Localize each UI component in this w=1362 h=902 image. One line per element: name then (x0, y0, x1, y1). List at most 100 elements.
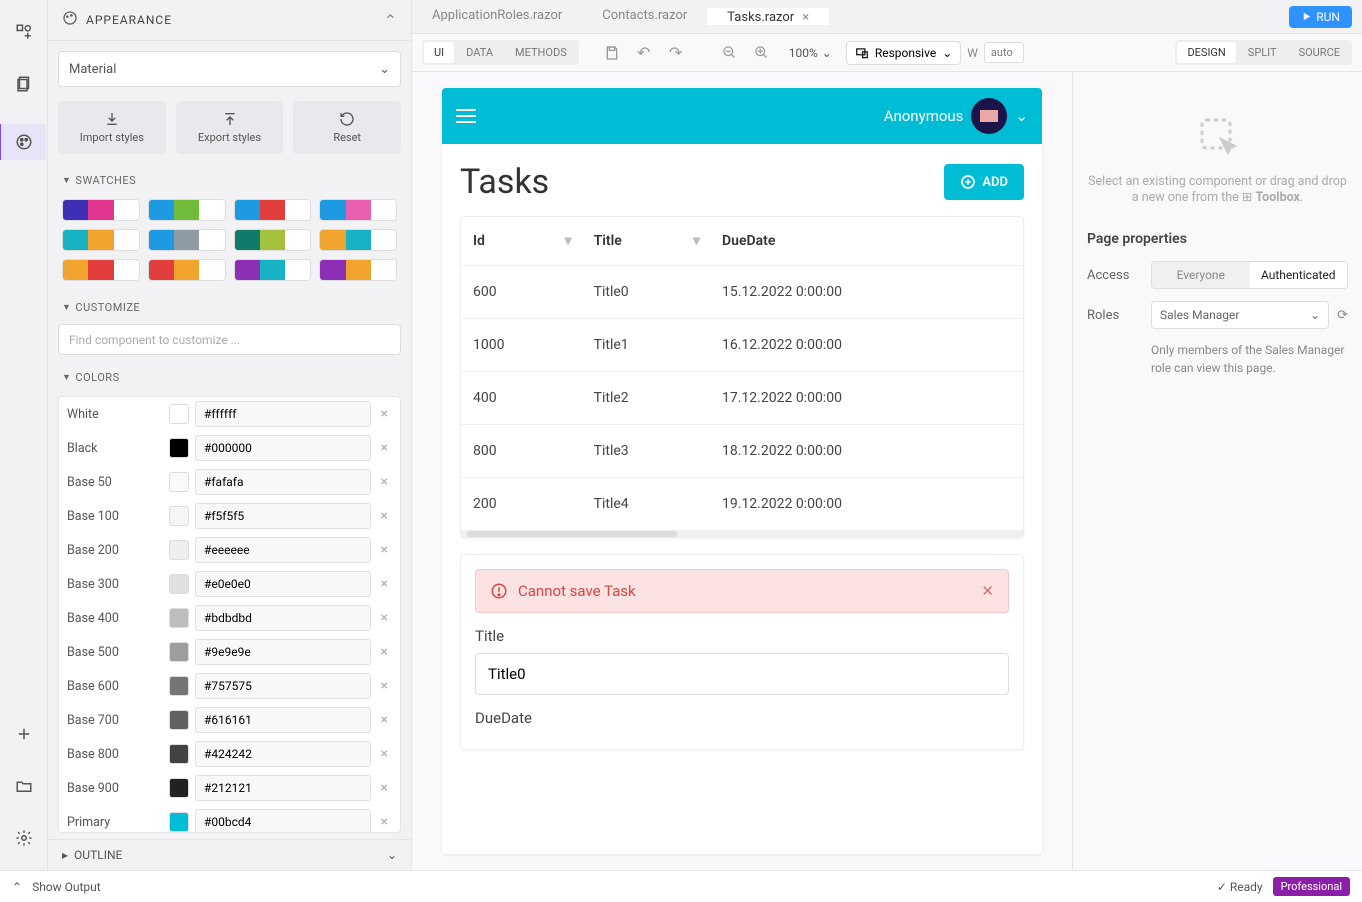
color-chip[interactable] (169, 574, 189, 594)
color-chip[interactable] (169, 608, 189, 628)
panel-header[interactable]: APPEARANCE ⌃ (48, 0, 411, 41)
view-mode-design[interactable]: DESIGN (1177, 42, 1235, 63)
responsive-select[interactable]: Responsive ⌄ (846, 41, 961, 65)
zoom-in-icon[interactable] (749, 40, 775, 66)
color-chip[interactable] (169, 812, 189, 832)
column-header[interactable]: DueDate (710, 217, 1023, 266)
save-icon[interactable] (599, 40, 625, 66)
filter-icon[interactable]: ▾ (565, 233, 572, 249)
view-mode-split[interactable]: SPLIT (1238, 42, 1287, 63)
clear-icon[interactable]: × (377, 576, 392, 592)
table-row[interactable]: 600Title015.12.2022 0:00:00 (461, 266, 1023, 319)
import-styles-button[interactable]: Import styles (58, 101, 166, 154)
run-button[interactable]: RUN (1289, 6, 1352, 28)
swatch[interactable] (148, 259, 226, 281)
clear-icon[interactable]: × (377, 712, 392, 728)
refresh-icon[interactable]: ⟳ (1337, 308, 1348, 323)
swatch[interactable] (319, 259, 397, 281)
clear-icon[interactable]: × (377, 542, 392, 558)
swatch[interactable] (62, 259, 140, 281)
title-input[interactable] (475, 653, 1009, 695)
clear-icon[interactable]: × (377, 474, 392, 490)
color-input[interactable] (195, 503, 371, 529)
design-canvas[interactable]: Anonymous ⌄ Tasks ADD (412, 72, 1072, 870)
file-tab[interactable]: Tasks.razor× (707, 8, 829, 25)
color-input[interactable] (195, 673, 371, 699)
user-menu[interactable]: Anonymous ⌄ (884, 98, 1028, 134)
swatch[interactable] (319, 229, 397, 251)
table-row[interactable]: 800Title318.12.2022 0:00:00 (461, 425, 1023, 478)
swatch[interactable] (148, 199, 226, 221)
color-input[interactable] (195, 401, 371, 427)
view-mode-source[interactable]: SOURCE (1289, 42, 1350, 63)
access-segment[interactable]: Everyone Authenticated (1151, 261, 1348, 289)
column-header[interactable]: Title▾ (582, 217, 710, 266)
add-button[interactable]: ADD (944, 164, 1024, 200)
outline-header[interactable]: ▸OUTLINE ⌄ (48, 839, 411, 870)
color-input[interactable] (195, 639, 371, 665)
swatch[interactable] (319, 199, 397, 221)
reset-button[interactable]: Reset (293, 101, 401, 154)
color-input[interactable] (195, 571, 371, 597)
export-styles-button[interactable]: Export styles (176, 101, 284, 154)
color-chip[interactable] (169, 744, 189, 764)
segment-data[interactable]: DATA (456, 42, 503, 63)
customize-search[interactable] (58, 324, 401, 355)
color-input[interactable] (195, 775, 371, 801)
color-chip[interactable] (169, 710, 189, 730)
undo-icon[interactable]: ↶ (631, 40, 657, 66)
color-input[interactable] (195, 435, 371, 461)
color-input[interactable] (195, 809, 371, 833)
chevron-up-icon[interactable]: ⌃ (12, 880, 22, 894)
file-tab[interactable]: Contacts.razor (582, 8, 707, 23)
show-output-button[interactable]: Show Output (32, 880, 101, 894)
folder-icon[interactable] (12, 774, 36, 798)
color-input[interactable] (195, 707, 371, 733)
color-chip[interactable] (169, 778, 189, 798)
segment-ui[interactable]: UI (424, 42, 454, 63)
roles-select[interactable]: Sales Manager⌄ (1151, 301, 1329, 329)
zoom-out-icon[interactable] (717, 40, 743, 66)
clear-icon[interactable]: × (377, 814, 392, 830)
clear-icon[interactable]: × (377, 508, 392, 524)
clear-icon[interactable]: × (377, 746, 392, 762)
color-chip[interactable] (169, 404, 189, 424)
color-chip[interactable] (169, 642, 189, 662)
color-input[interactable] (195, 741, 371, 767)
clear-icon[interactable]: × (377, 780, 392, 796)
components-icon[interactable] (12, 20, 36, 44)
file-tab[interactable]: ApplicationRoles.razor (412, 8, 582, 23)
clear-icon[interactable]: × (377, 440, 392, 456)
swatch[interactable] (62, 229, 140, 251)
access-authenticated[interactable]: Authenticated (1250, 262, 1348, 288)
data-grid[interactable]: Id▾Title▾DueDate600Title015.12.2022 0:00… (460, 216, 1024, 538)
color-chip[interactable] (169, 438, 189, 458)
clear-icon[interactable]: × (377, 644, 392, 660)
add-icon[interactable] (12, 722, 36, 746)
collapse-icon[interactable]: ⌃ (384, 11, 397, 30)
grid-horizontal-scrollbar[interactable] (461, 531, 1023, 537)
table-row[interactable]: 400Title217.12.2022 0:00:00 (461, 372, 1023, 425)
color-input[interactable] (195, 537, 371, 563)
access-everyone[interactable]: Everyone (1152, 262, 1250, 288)
redo-icon[interactable]: ↷ (663, 40, 689, 66)
color-chip[interactable] (169, 472, 189, 492)
zoom-level[interactable]: 100% ⌄ (781, 46, 840, 60)
close-tab-icon[interactable]: × (802, 10, 809, 25)
swatch[interactable] (62, 199, 140, 221)
column-header[interactable]: Id▾ (461, 217, 582, 266)
filter-icon[interactable]: ▾ (693, 233, 700, 249)
swatch[interactable] (234, 199, 312, 221)
swatch[interactable] (234, 259, 312, 281)
clear-icon[interactable]: × (377, 406, 392, 422)
swatch[interactable] (148, 229, 226, 251)
clear-icon[interactable]: × (377, 678, 392, 694)
colors-header[interactable]: ▼COLORS (48, 365, 411, 390)
color-chip[interactable] (169, 540, 189, 560)
swatch[interactable] (234, 229, 312, 251)
settings-icon[interactable] (12, 826, 36, 850)
segment-methods[interactable]: METHODS (505, 42, 577, 63)
customize-header[interactable]: ▼CUSTOMIZE (48, 295, 411, 320)
width-input[interactable] (984, 42, 1024, 63)
theme-select[interactable]: Material ⌄ (58, 51, 401, 87)
